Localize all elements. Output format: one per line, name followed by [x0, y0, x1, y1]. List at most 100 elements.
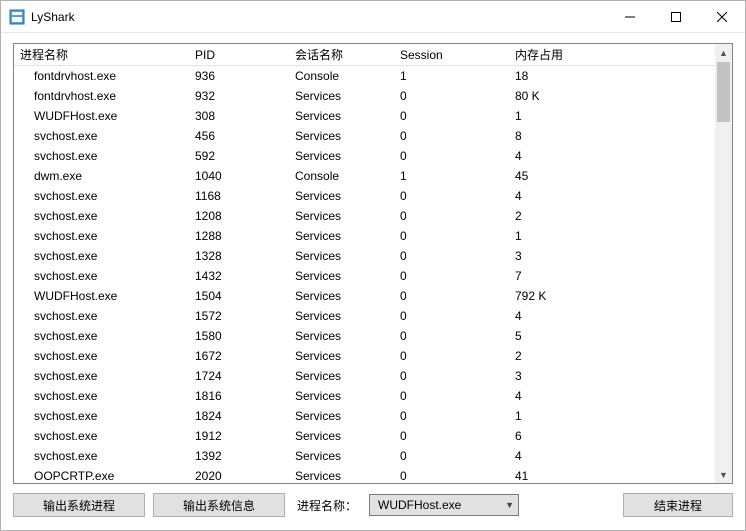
table-row[interactable]: dwm.exe1040Console145 [14, 166, 732, 186]
vertical-scrollbar[interactable]: ▲ ▼ [715, 44, 732, 483]
cell-session-name: Services [289, 89, 394, 103]
cell-pid: 932 [189, 89, 289, 103]
cell-name: OOPCRTP.exe [14, 469, 189, 483]
table-row[interactable]: svchost.exe456Services08 [14, 126, 732, 146]
cell-memory: 18 [509, 69, 699, 83]
titlebar: LyShark [1, 1, 745, 33]
app-icon [9, 9, 25, 25]
table-row[interactable]: svchost.exe1672Services02 [14, 346, 732, 366]
cell-memory: 2 [509, 349, 699, 363]
cell-session-name: Services [289, 209, 394, 223]
cell-memory: 4 [509, 389, 699, 403]
cell-name: svchost.exe [14, 389, 189, 403]
process-combobox[interactable]: WUDFHost.exe ▼ [369, 494, 519, 516]
cell-memory: 4 [509, 149, 699, 163]
cell-pid: 1912 [189, 429, 289, 443]
rows-area: fontdrvhost.exe936Console118fontdrvhost.… [14, 66, 732, 483]
cell-name: svchost.exe [14, 329, 189, 343]
cell-session: 0 [394, 109, 509, 123]
cell-session: 0 [394, 229, 509, 243]
table-row[interactable]: fontdrvhost.exe936Console118 [14, 66, 732, 86]
table-row[interactable]: svchost.exe1288Services01 [14, 226, 732, 246]
cell-session: 0 [394, 389, 509, 403]
table-row[interactable]: svchost.exe1168Services04 [14, 186, 732, 206]
cell-session-name: Services [289, 429, 394, 443]
col-session-name[interactable]: 会话名称 [289, 46, 394, 63]
cell-name: svchost.exe [14, 149, 189, 163]
table-row[interactable]: fontdrvhost.exe932Services080 K [14, 86, 732, 106]
table-row[interactable]: WUDFHost.exe1504Services0792 K [14, 286, 732, 306]
cell-pid: 1672 [189, 349, 289, 363]
cell-memory: 41 [509, 469, 699, 483]
cell-pid: 1040 [189, 169, 289, 183]
close-button[interactable] [699, 1, 745, 33]
cell-name: svchost.exe [14, 429, 189, 443]
cell-session-name: Services [289, 249, 394, 263]
cell-memory: 1 [509, 409, 699, 423]
table-row[interactable]: svchost.exe1816Services04 [14, 386, 732, 406]
table-row[interactable]: svchost.exe1208Services02 [14, 206, 732, 226]
cell-session: 0 [394, 209, 509, 223]
cell-name: WUDFHost.exe [14, 289, 189, 303]
table-row[interactable]: svchost.exe1572Services04 [14, 306, 732, 326]
table-row[interactable]: WUDFHost.exe308Services01 [14, 106, 732, 126]
cell-session: 1 [394, 69, 509, 83]
scroll-down-icon[interactable]: ▼ [715, 466, 732, 483]
cell-session: 0 [394, 89, 509, 103]
cell-session: 0 [394, 289, 509, 303]
cell-pid: 1392 [189, 449, 289, 463]
output-info-button[interactable]: 输出系统信息 [153, 493, 285, 517]
table-row[interactable]: svchost.exe1912Services06 [14, 426, 732, 446]
cell-name: svchost.exe [14, 349, 189, 363]
cell-session-name: Services [289, 329, 394, 343]
cell-name: svchost.exe [14, 229, 189, 243]
cell-session: 0 [394, 309, 509, 323]
output-process-button[interactable]: 输出系统进程 [13, 493, 145, 517]
table-row[interactable]: svchost.exe592Services04 [14, 146, 732, 166]
table-row[interactable]: OOPCRTP.exe2020Services041 [14, 466, 732, 483]
minimize-button[interactable] [607, 1, 653, 33]
cell-session: 0 [394, 429, 509, 443]
table-row[interactable]: svchost.exe1580Services05 [14, 326, 732, 346]
cell-pid: 2020 [189, 469, 289, 483]
cell-memory: 7 [509, 269, 699, 283]
table-row[interactable]: svchost.exe1392Services04 [14, 446, 732, 466]
cell-pid: 1288 [189, 229, 289, 243]
col-pid[interactable]: PID [189, 48, 289, 62]
scroll-thumb[interactable] [717, 62, 730, 122]
col-session[interactable]: Session [394, 48, 509, 62]
table-row[interactable]: svchost.exe1432Services07 [14, 266, 732, 286]
cell-session: 0 [394, 349, 509, 363]
end-process-button[interactable]: 结束进程 [623, 493, 733, 517]
table-row[interactable]: svchost.exe1724Services03 [14, 366, 732, 386]
cell-memory: 1 [509, 229, 699, 243]
cell-session: 0 [394, 129, 509, 143]
cell-pid: 1580 [189, 329, 289, 343]
scroll-up-icon[interactable]: ▲ [715, 44, 732, 61]
cell-pid: 1208 [189, 209, 289, 223]
cell-name: svchost.exe [14, 249, 189, 263]
cell-name: WUDFHost.exe [14, 109, 189, 123]
cell-session-name: Services [289, 349, 394, 363]
cell-pid: 456 [189, 129, 289, 143]
cell-memory: 3 [509, 249, 699, 263]
cell-name: fontdrvhost.exe [14, 89, 189, 103]
col-name[interactable]: 进程名称 [14, 46, 189, 63]
table-row[interactable]: svchost.exe1824Services01 [14, 406, 732, 426]
col-memory[interactable]: 内存占用 [509, 46, 699, 63]
cell-pid: 1168 [189, 189, 289, 203]
table-row[interactable]: svchost.exe1328Services03 [14, 246, 732, 266]
cell-session-name: Services [289, 129, 394, 143]
cell-memory: 4 [509, 449, 699, 463]
cell-session: 0 [394, 469, 509, 483]
process-list[interactable]: 进程名称 PID 会话名称 Session 内存占用 fontdrvhost.e… [13, 43, 733, 484]
cell-session-name: Services [289, 449, 394, 463]
maximize-button[interactable] [653, 1, 699, 33]
cell-session: 0 [394, 269, 509, 283]
combobox-value: WUDFHost.exe [378, 498, 461, 512]
cell-pid: 936 [189, 69, 289, 83]
cell-session-name: Console [289, 69, 394, 83]
cell-session: 0 [394, 189, 509, 203]
cell-session: 0 [394, 449, 509, 463]
cell-memory: 2 [509, 209, 699, 223]
